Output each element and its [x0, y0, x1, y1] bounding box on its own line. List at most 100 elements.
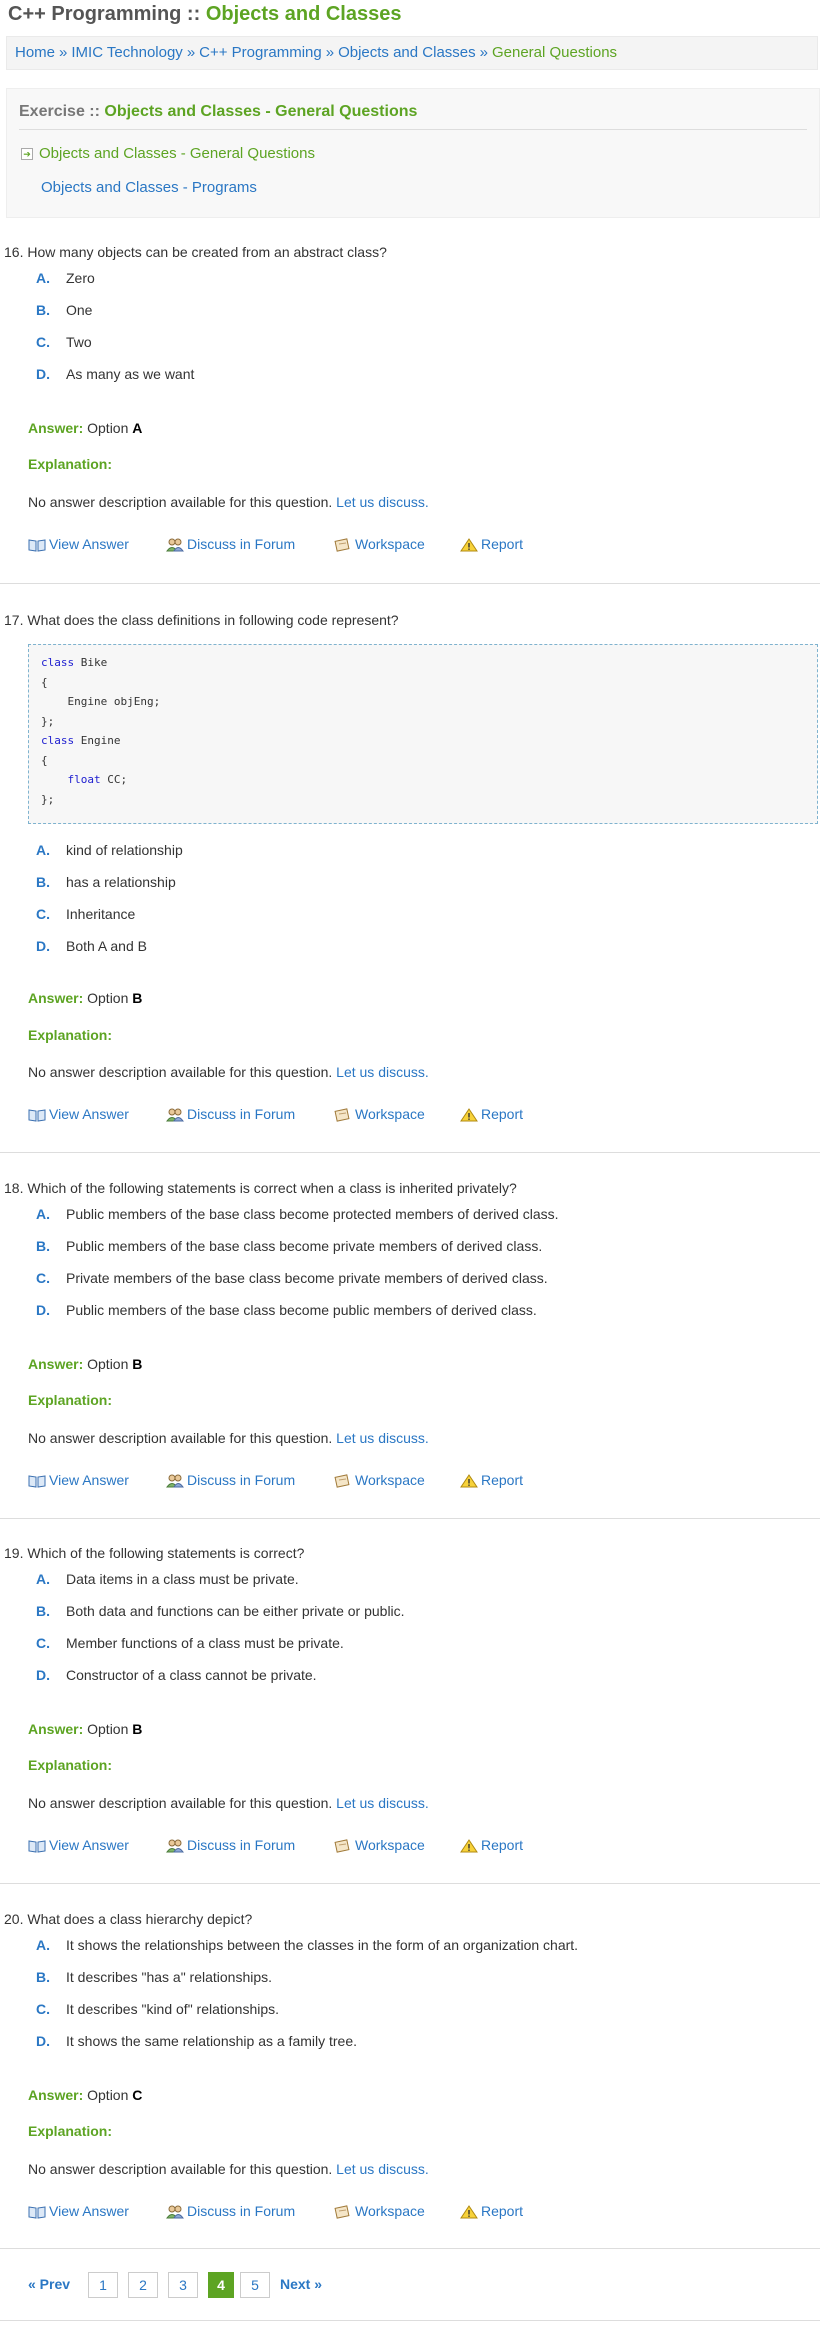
question-body: Which of the following statements is cor… — [27, 1545, 305, 1561]
next-page-link[interactable]: Next » — [280, 2272, 330, 2298]
discuss-forum-link[interactable]: Discuss in Forum — [166, 1106, 295, 1122]
explanation-heading: Explanation: — [28, 2123, 113, 2139]
report-link[interactable]: Report — [460, 1106, 523, 1122]
exercise-link-general[interactable]: ➔ Objects and Classes - General Questions — [21, 145, 315, 162]
code-line: float CC; — [41, 770, 805, 790]
code-line: { — [41, 673, 805, 693]
question-text: 18. Which of the following statements is… — [4, 1180, 517, 1196]
notepad-icon — [334, 1839, 350, 1853]
option-c[interactable]: C. It describes "kind of" relationships. — [36, 2001, 279, 2017]
breadcrumb-imic[interactable]: IMIC Technology — [71, 44, 182, 61]
answer-line: Answer: Option B — [28, 1356, 142, 1372]
option-b[interactable]: B. Public members of the base class becom… — [36, 1238, 542, 1254]
page-1-link[interactable]: 1 — [88, 2272, 118, 2298]
option-letter: C. — [36, 1635, 50, 1651]
option-a[interactable]: A. Public members of the base class becom… — [36, 1206, 559, 1222]
answer-label: Answer: — [28, 420, 84, 436]
workspace-label: Workspace — [355, 1106, 425, 1122]
question-number: 18. — [4, 1180, 24, 1196]
option-d[interactable]: D. As many as we want — [36, 366, 194, 382]
view-answer-link[interactable]: View Answer — [28, 2203, 129, 2219]
discuss-link[interactable]: Let us discuss. — [336, 494, 429, 510]
page-5-link[interactable]: 5 — [240, 2272, 270, 2298]
code-line: class Engine — [41, 731, 805, 751]
option-c[interactable]: C. Private members of the base class beco… — [36, 1270, 548, 1286]
breadcrumb-home[interactable]: Home — [15, 44, 55, 61]
report-link[interactable]: Report — [460, 2203, 523, 2219]
page-3-link[interactable]: 3 — [168, 2272, 198, 2298]
question-body: What does a class hierarchy depict? — [27, 1911, 253, 1927]
exercise-link-programs[interactable]: Objects and Classes - Programs — [41, 179, 257, 196]
workspace-link[interactable]: Workspace — [334, 1472, 425, 1488]
exercise-prefix: Exercise :: — [19, 103, 105, 120]
discuss-forum-link[interactable]: Discuss in Forum — [166, 536, 295, 552]
question-divider — [0, 1152, 820, 1153]
workspace-link[interactable]: Workspace — [334, 536, 425, 552]
discuss-forum-link[interactable]: Discuss in Forum — [166, 2203, 295, 2219]
view-answer-link[interactable]: View Answer — [28, 536, 129, 552]
option-d[interactable]: D. Constructor of a class cannot be priva… — [36, 1667, 317, 1683]
view-answer-link[interactable]: View Answer — [28, 1837, 129, 1853]
question-number: 16. — [4, 244, 24, 260]
question-text: 16. How many objects can be created from… — [4, 244, 387, 260]
breadcrumb-cpp[interactable]: C++ Programming — [199, 44, 322, 61]
warning-icon — [460, 2205, 478, 2219]
option-a[interactable]: A. kind of relationship — [36, 842, 183, 858]
option-letter: C. — [36, 906, 50, 922]
answer-option-word: Option — [87, 420, 129, 436]
users-icon — [166, 1839, 184, 1853]
workspace-link[interactable]: Workspace — [334, 1837, 425, 1853]
answer-line: Answer: Option C — [28, 2087, 142, 2103]
option-letter: B. — [36, 1969, 50, 1985]
option-b[interactable]: B. One — [36, 302, 92, 318]
code-line: }; — [41, 790, 805, 810]
prev-page-link[interactable]: « Prev — [28, 2272, 78, 2298]
breadcrumb-objects[interactable]: Objects and Classes — [338, 44, 476, 61]
breadcrumb-separator: » — [186, 44, 196, 61]
explanation-text: No answer description available for this… — [28, 1795, 429, 1811]
question-number: 17. — [4, 612, 24, 628]
page-2-link[interactable]: 2 — [128, 2272, 158, 2298]
discuss-link[interactable]: Let us discuss. — [336, 1064, 429, 1080]
question-body: What does the class definitions in follo… — [27, 612, 399, 628]
option-c[interactable]: C. Inheritance — [36, 906, 135, 922]
report-link[interactable]: Report — [460, 1472, 523, 1488]
discuss-forum-link[interactable]: Discuss in Forum — [166, 1837, 295, 1853]
answer-value: B — [132, 990, 143, 1006]
option-a[interactable]: A. It shows the relationships between the… — [36, 1937, 578, 1953]
workspace-link[interactable]: Workspace — [334, 2203, 425, 2219]
book-icon — [28, 2206, 46, 2219]
view-answer-link[interactable]: View Answer — [28, 1472, 129, 1488]
workspace-label: Workspace — [355, 1837, 425, 1853]
option-d[interactable]: D. It shows the same relationship as a fa… — [36, 2033, 357, 2049]
view-answer-link[interactable]: View Answer — [28, 1106, 129, 1122]
answer-line: Answer: Option A — [28, 420, 142, 436]
option-b[interactable]: B. It describes "has a" relationships. — [36, 1969, 272, 1985]
option-b[interactable]: B. has a relationship — [36, 874, 176, 890]
option-b[interactable]: B. Both data and functions can be either … — [36, 1603, 405, 1619]
workspace-link[interactable]: Workspace — [334, 1106, 425, 1122]
notepad-icon — [334, 2205, 350, 2219]
discuss-link[interactable]: Let us discuss. — [336, 1430, 429, 1446]
code-line: Engine objEng; — [41, 692, 805, 712]
option-d[interactable]: D. Public members of the base class becom… — [36, 1302, 537, 1318]
report-link[interactable]: Report — [460, 536, 523, 552]
warning-icon — [460, 1108, 478, 1122]
option-text: has a relationship — [66, 874, 176, 890]
option-letter: D. — [36, 2033, 50, 2049]
option-c[interactable]: C. Two — [36, 334, 92, 350]
option-d[interactable]: D. Both A and B — [36, 938, 147, 954]
answer-option-word: Option — [87, 1721, 129, 1737]
discuss-link[interactable]: Let us discuss. — [336, 2161, 429, 2177]
option-a[interactable]: A. Data items in a class must be private. — [36, 1571, 299, 1587]
report-link[interactable]: Report — [460, 1837, 523, 1853]
question-body: How many objects can be created from an … — [27, 244, 387, 260]
view-answer-label: View Answer — [49, 1837, 129, 1853]
option-a[interactable]: A. Zero — [36, 270, 95, 286]
code-text: }; — [41, 792, 55, 806]
answer-value: B — [132, 1356, 143, 1372]
question-divider — [0, 583, 820, 584]
option-c[interactable]: C. Member functions of a class must be pr… — [36, 1635, 344, 1651]
discuss-link[interactable]: Let us discuss. — [336, 1795, 429, 1811]
discuss-forum-link[interactable]: Discuss in Forum — [166, 1472, 295, 1488]
